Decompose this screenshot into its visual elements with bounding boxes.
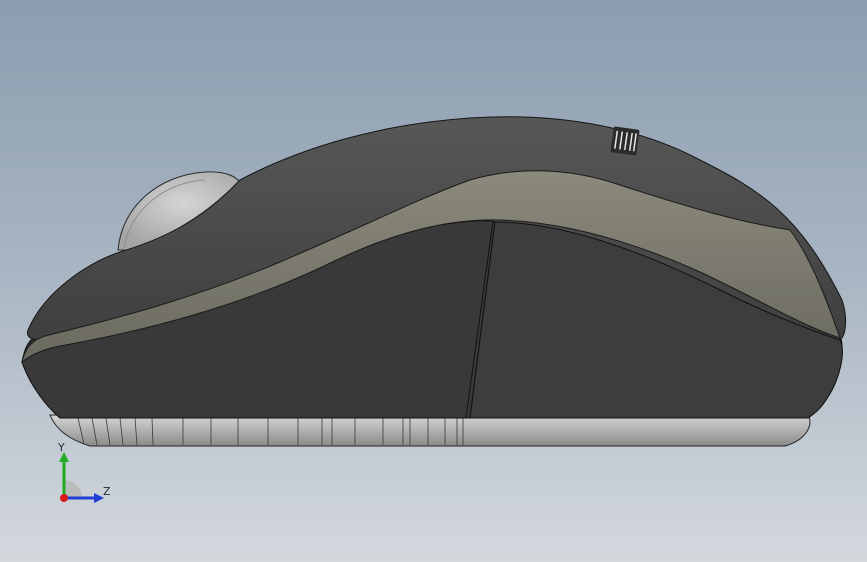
logo-mark [610,126,640,156]
y-axis-label: Y [58,441,65,454]
z-axis-label: Z [103,485,111,498]
origin-dot [60,494,68,502]
mouse-model[interactable] [0,0,867,562]
cad-viewport[interactable]: Y Z [0,0,867,562]
axis-triad: Y Z [52,440,122,510]
base-plate[interactable] [49,414,811,447]
